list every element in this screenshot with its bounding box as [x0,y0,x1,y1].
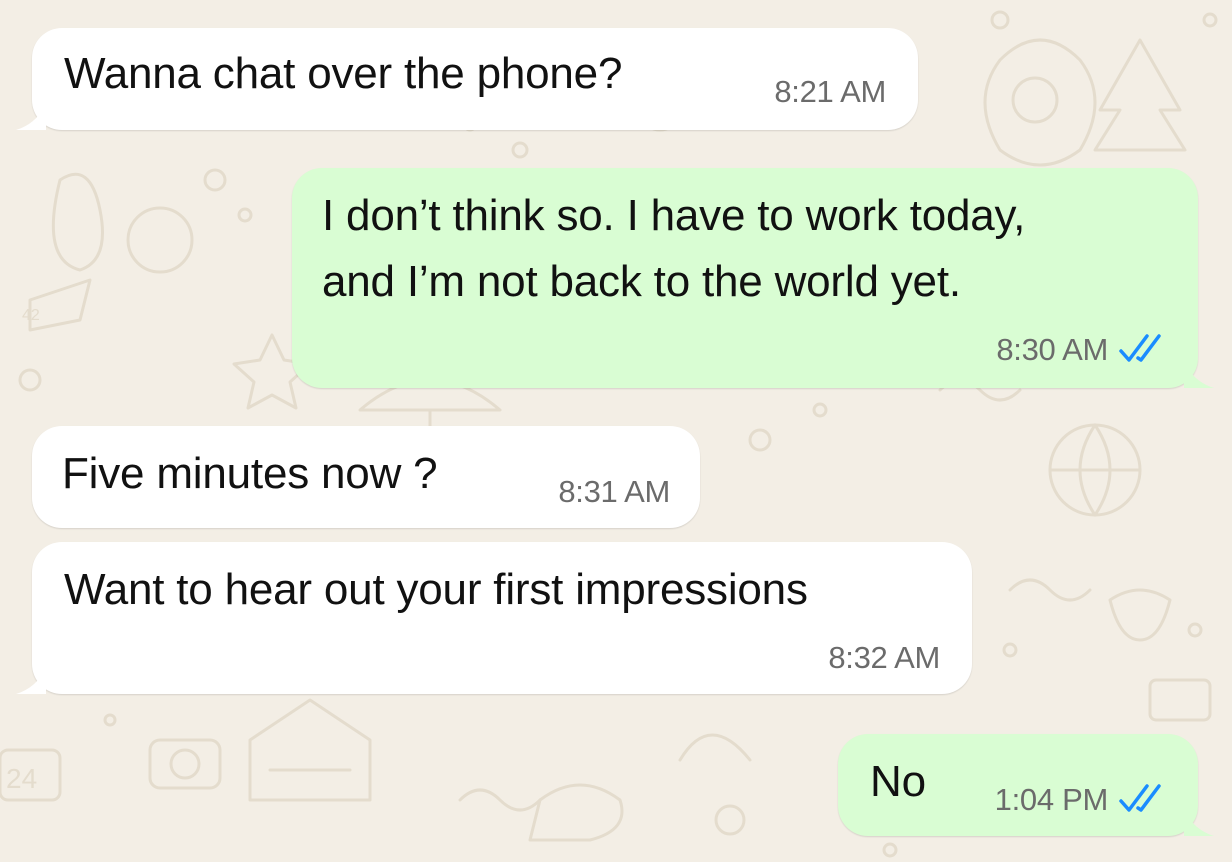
bubble-tail [1184,810,1214,836]
svg-text:24: 24 [6,763,37,794]
message-bubble-outgoing[interactable]: I don’t think so. I have to work today, … [292,168,1214,388]
message-bubble-incoming[interactable]: Wanna chat over the phone? 8:21 AM [16,28,918,130]
message-text: Want to hear out your first impressions [64,565,808,614]
message-text-line: I don’t think so. I have to work today, [322,191,1026,240]
message-text: No [870,757,926,806]
bubble-tail [16,104,46,130]
bubble-tail [16,668,46,694]
message-text: Five minutes now ? [62,449,438,498]
svg-text:42: 42 [22,307,40,324]
double-check-read-icon [1119,784,1161,812]
message-bubble-incoming[interactable]: Want to hear out your first impressions … [16,542,972,694]
message-text-line: and I’m not back to the world yet. [322,257,961,306]
bubble-tail [1184,362,1214,388]
message-timestamp: 8:32 AM [828,640,940,675]
message-timestamp: 8:31 AM [558,474,670,509]
message-bubble-outgoing[interactable]: No 1:04 PM [838,734,1214,836]
double-check-read-icon [1119,334,1161,362]
message-text: Wanna chat over the phone? [64,49,623,98]
message-timestamp: 8:30 AM [996,332,1108,367]
message-timestamp: 8:21 AM [774,74,886,109]
message-timestamp: 1:04 PM [994,782,1109,817]
message-bubble-incoming[interactable]: Five minutes now ? 8:31 AM [32,426,700,528]
